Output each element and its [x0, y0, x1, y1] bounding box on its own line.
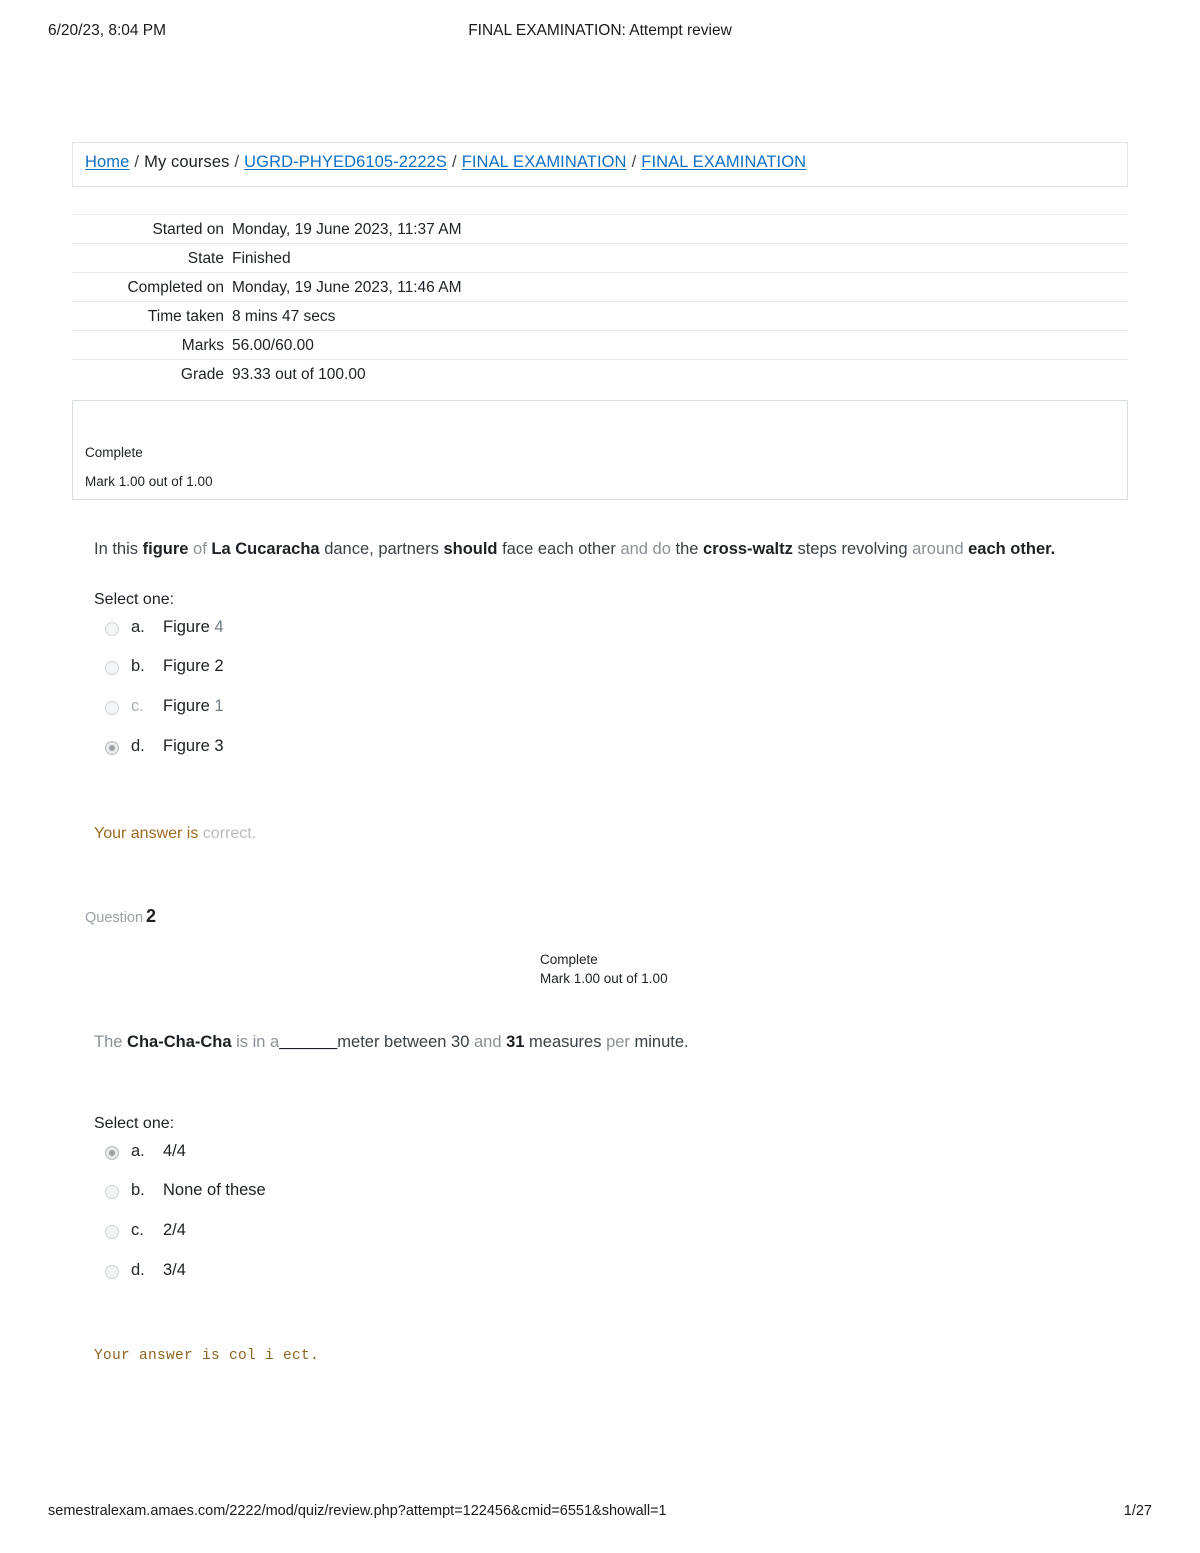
summary-value: 8 mins 47 secs: [232, 308, 336, 325]
radio-icon-selected[interactable]: [105, 1146, 119, 1160]
summary-key: Time taken: [147, 308, 224, 325]
breadcrumb-item-exam[interactable]: FINAL EXAMINATION: [462, 153, 627, 171]
option-letter: b.: [131, 1181, 145, 1199]
footer-url: semestralexam.amaes.com/2222/mod/quiz/re…: [48, 1503, 667, 1519]
option-text: 4/4: [163, 1142, 186, 1160]
summary-value: Monday, 19 June 2023, 11:37 AM: [232, 221, 462, 238]
table-row: Started on Monday, 19 June 2023, 11:37 A…: [72, 214, 1128, 244]
question-2-mark: Mark 1.00 out of 1.00: [540, 971, 668, 986]
option-letter: c.: [131, 697, 144, 715]
option-letter: d.: [131, 1261, 145, 1279]
summary-value: 93.33 out of 100.00: [232, 366, 366, 383]
summary-key: State: [187, 250, 224, 267]
print-title: FINAL EXAMINATION: Attempt review: [468, 22, 732, 39]
question-1-state: Complete: [85, 445, 143, 460]
question-2-feedback: Your answer is col i ect.: [94, 1348, 320, 1364]
option-text: Figure 3: [163, 737, 224, 755]
table-row: Grade 93.33 out of 100.00: [72, 359, 1128, 389]
table-row: State Finished: [72, 243, 1128, 273]
question-1-info-box: Complete Mark 1.00 out of 1.00: [72, 400, 1128, 500]
question-1-feedback: Your answer is correct.: [94, 825, 257, 842]
option-text: Figure 4: [163, 618, 224, 636]
question-2-text: The Cha-Cha-Cha is in a______meter betwe…: [94, 1033, 689, 1051]
breadcrumb-separator: /: [234, 153, 240, 171]
option-text: Figure 1: [163, 697, 224, 715]
attempt-summary-table: Started on Monday, 19 June 2023, 11:37 A…: [72, 214, 1128, 389]
option-letter: d.: [131, 737, 145, 755]
footer-page-number: 1/27: [1123, 1503, 1152, 1519]
radio-icon[interactable]: [105, 1265, 119, 1279]
radio-icon[interactable]: [105, 1225, 119, 1239]
radio-icon[interactable]: [105, 1185, 119, 1199]
option-letter: a.: [131, 1142, 145, 1160]
summary-value: Finished: [232, 250, 291, 267]
summary-key: Marks: [181, 337, 224, 354]
question-2-select-one-label: Select one:: [94, 1115, 175, 1132]
summary-key: Started on: [152, 221, 224, 238]
option-letter: a.: [131, 618, 145, 636]
summary-key: Completed on: [127, 279, 224, 296]
radio-icon[interactable]: [105, 661, 119, 675]
question-1-select-one-label: Select one:: [94, 591, 175, 608]
question-2-label: Question 2: [85, 906, 157, 926]
breadcrumb-bar: Home / My courses / UGRD-PHYED6105-2222S / FIN…: [72, 142, 1128, 187]
table-row: Marks 56.00/60.00: [72, 330, 1128, 360]
summary-key: Grade: [180, 366, 224, 383]
radio-icon[interactable]: [105, 701, 119, 715]
table-row: Completed on Monday, 19 June 2023, 11:46…: [72, 272, 1128, 302]
radio-icon-selected[interactable]: [105, 741, 119, 755]
table-row: Time taken 8 mins 47 secs: [72, 301, 1128, 331]
breadcrumb-item-home[interactable]: Home: [85, 153, 129, 171]
radio-icon[interactable]: [105, 622, 119, 636]
breadcrumb-item-exam-attempt[interactable]: FINAL EXAMINATION: [641, 153, 806, 171]
question-1-text: In this figure of La Cucaracha dance, pa…: [94, 540, 1056, 558]
breadcrumb: Home / My courses / UGRD-PHYED6105-2222S / FIN…: [85, 153, 806, 172]
option-text: 3/4: [163, 1261, 186, 1279]
breadcrumb-separator: /: [631, 153, 637, 171]
summary-value: Monday, 19 June 2023, 11:46 AM: [232, 279, 462, 296]
breadcrumb-separator: /: [452, 153, 457, 171]
print-header: 6/20/23, 8:04 PM FINAL EXAMINATION: Atte…: [0, 22, 1200, 48]
option-letter: c.: [131, 1221, 144, 1239]
option-text: None of these: [163, 1181, 266, 1199]
breadcrumb-item-course[interactable]: UGRD-PHYED6105-2222S: [244, 153, 447, 171]
question-1-mark: Mark 1.00 out of 1.00: [85, 474, 213, 489]
question-2-status: Complete Mark 1.00 out of 1.00: [540, 950, 668, 988]
option-text: Figure 2: [163, 657, 224, 675]
print-footer: semestralexam.amaes.com/2222/mod/quiz/re…: [0, 1503, 1200, 1527]
option-text: 2/4: [163, 1221, 186, 1239]
option-letter: b.: [131, 657, 145, 675]
breadcrumb-separator: /: [134, 153, 140, 171]
question-2-state: Complete: [540, 952, 598, 967]
breadcrumb-item-my-courses: My courses: [144, 153, 230, 171]
summary-value: 56.00/60.00: [232, 337, 314, 354]
